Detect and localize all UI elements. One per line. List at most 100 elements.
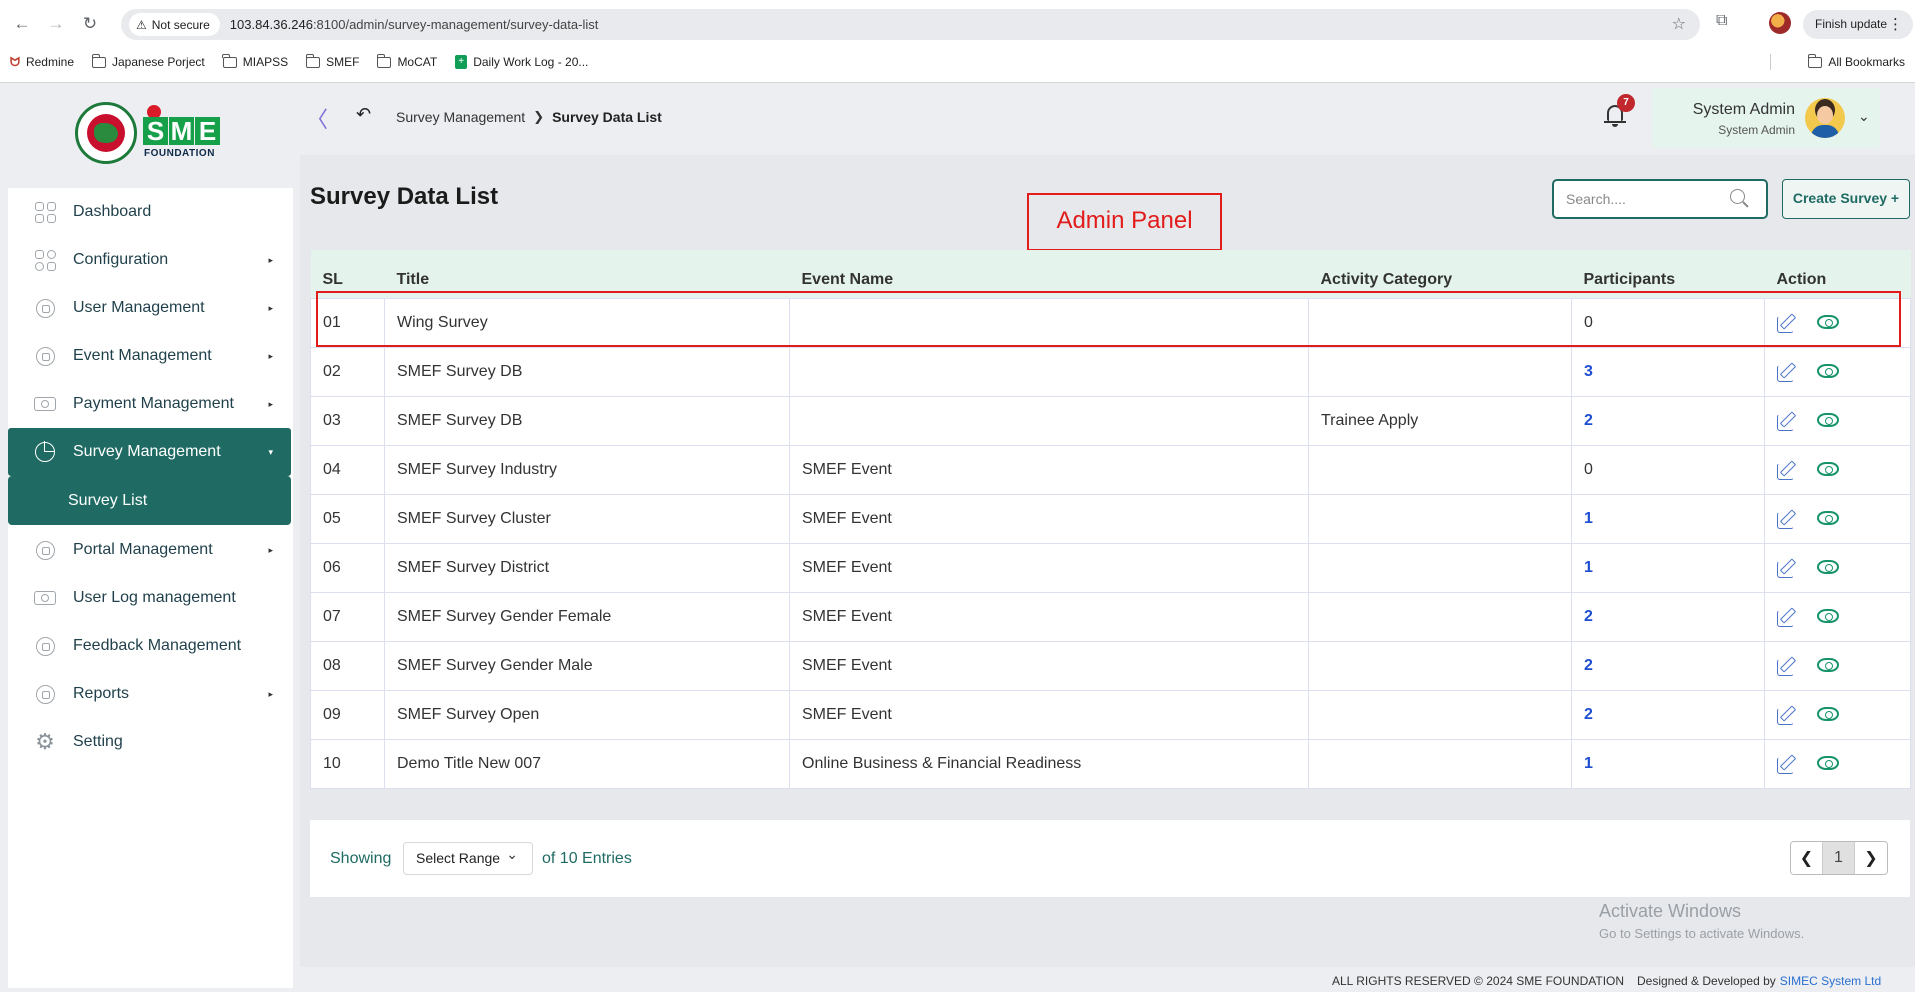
cell-participants[interactable]: 2 bbox=[1571, 640, 1765, 691]
url-text[interactable]: 103.84.36.246:8100/admin/survey-manageme… bbox=[230, 17, 599, 32]
cell-event-name: SMEF Event bbox=[789, 542, 1309, 593]
table-row: 09 SMEF Survey Open SMEF Event 2 bbox=[310, 689, 1911, 740]
finish-update-button[interactable]: Finish update bbox=[1803, 10, 1914, 39]
sidebar-subitem-survey-list[interactable]: Survey List bbox=[8, 476, 291, 525]
browser-profile-avatar[interactable] bbox=[1769, 12, 1791, 34]
eye-view-icon[interactable] bbox=[1817, 657, 1839, 672]
cell-action bbox=[1764, 640, 1911, 691]
edit-icon[interactable] bbox=[1777, 705, 1797, 725]
sidebar-item-event-management[interactable]: Event Management ▸ bbox=[8, 332, 291, 380]
survey-table: SL Title Event Name Activity Category Pa… bbox=[310, 250, 1911, 789]
cell-participants[interactable]: 2 bbox=[1571, 395, 1765, 446]
sidebar-item-feedback-management[interactable]: Feedback Management bbox=[8, 622, 291, 670]
eye-view-icon[interactable] bbox=[1817, 461, 1839, 476]
table-body: 01 Wing Survey 0 02 SMEF Survey DB 3 03 SMEF Su… bbox=[310, 297, 1911, 789]
address-bar[interactable]: ⚠ Not secure 103.84.36.246:8100/admin/su… bbox=[121, 9, 1700, 40]
cell-participants[interactable]: 3 bbox=[1571, 346, 1765, 397]
edit-icon[interactable] bbox=[1777, 411, 1797, 431]
sidebar-item-label: Survey Management bbox=[73, 443, 221, 460]
edit-icon[interactable] bbox=[1777, 607, 1797, 627]
eye-view-icon[interactable] bbox=[1817, 314, 1839, 329]
footer-company-link[interactable]: SIMEC System Ltd bbox=[1780, 974, 1881, 988]
sidebar-menu: Dashboard Configuration ▸ User Managemen… bbox=[8, 188, 293, 988]
watermark-title: Activate Windows bbox=[1599, 901, 1742, 921]
bookmark-folder-smef[interactable]: SMEF bbox=[305, 53, 359, 69]
cell-title: Demo Title New 007 bbox=[384, 738, 790, 789]
logo-letter: M bbox=[169, 116, 194, 146]
breadcrumb-item[interactable]: Survey Management bbox=[396, 109, 525, 125]
edit-icon[interactable] bbox=[1777, 362, 1797, 382]
bookmarks-divider bbox=[1770, 54, 1771, 70]
bookmark-daily-work-log[interactable]: + Daily Work Log - 20... bbox=[455, 55, 588, 69]
cell-participants[interactable]: 1 bbox=[1571, 493, 1765, 544]
search-icon[interactable] bbox=[1729, 188, 1749, 208]
cell-action bbox=[1764, 542, 1911, 593]
eye-view-icon[interactable] bbox=[1817, 363, 1839, 378]
eye-view-icon[interactable] bbox=[1817, 608, 1839, 623]
eye-view-icon[interactable] bbox=[1817, 706, 1839, 721]
cell-title: SMEF Survey Cluster bbox=[384, 493, 790, 544]
sidebar-item-user-log-management[interactable]: User Log management bbox=[8, 574, 291, 622]
bookmarks-bar: ᗢ Redmine Japanese Porject MIAPSS SMEF Mo… bbox=[10, 51, 588, 73]
reload-icon[interactable]: ↻ bbox=[78, 12, 102, 36]
edit-icon[interactable] bbox=[1777, 313, 1797, 333]
column-header-title: Title bbox=[396, 270, 430, 288]
sidebar-item-user-management[interactable]: User Management ▸ bbox=[8, 284, 291, 332]
extensions-puzzle-icon[interactable]: ⧉ bbox=[1716, 12, 1727, 30]
cell-participants[interactable]: 2 bbox=[1571, 591, 1765, 642]
next-page-icon[interactable]: ❯ bbox=[1855, 842, 1887, 874]
eye-view-icon[interactable] bbox=[1817, 755, 1839, 770]
all-bookmarks-label: All Bookmarks bbox=[1828, 55, 1905, 69]
column-header-sl: SL bbox=[322, 270, 343, 288]
cell-action bbox=[1764, 689, 1911, 740]
government-seal-logo bbox=[75, 102, 137, 164]
bookmark-redmine[interactable]: ᗢ Redmine bbox=[10, 55, 74, 70]
back-arrow-icon[interactable]: ← bbox=[10, 12, 34, 36]
security-chip[interactable]: ⚠ Not secure bbox=[129, 13, 220, 36]
prev-page-icon[interactable]: ❮ bbox=[1791, 842, 1823, 874]
sidebar-item-label: Configuration bbox=[73, 251, 169, 268]
all-bookmarks-button[interactable]: All Bookmarks bbox=[1807, 51, 1905, 73]
edit-icon[interactable] bbox=[1777, 754, 1797, 774]
sidebar-item-survey-management[interactable]: Survey Management ▾ bbox=[8, 428, 291, 476]
create-survey-button[interactable]: Create Survey + bbox=[1782, 179, 1910, 219]
page-number-button[interactable]: 1 bbox=[1823, 842, 1855, 874]
forward-arrow-icon[interactable]: → bbox=[44, 12, 68, 36]
edit-icon[interactable] bbox=[1777, 558, 1797, 578]
cell-participants[interactable]: 1 bbox=[1571, 542, 1765, 593]
redmine-icon: ᗢ bbox=[10, 54, 20, 69]
sidebar-item-portal-management[interactable]: Portal Management ▸ bbox=[8, 526, 291, 574]
collapse-sidebar-icon[interactable]: 〈 bbox=[306, 102, 328, 134]
cell-participants[interactable]: 1 bbox=[1571, 738, 1765, 789]
bookmark-star-icon[interactable]: ☆ bbox=[1672, 14, 1686, 34]
sidebar-item-payment-management[interactable]: Payment Management ▸ bbox=[8, 380, 291, 428]
logo-subtitle: FOUNDATION bbox=[144, 148, 215, 159]
eye-view-icon[interactable] bbox=[1817, 510, 1839, 525]
bookmark-folder-japanese[interactable]: Japanese Porject bbox=[91, 53, 205, 69]
cell-activity-category bbox=[1308, 542, 1572, 593]
edit-icon[interactable] bbox=[1777, 460, 1797, 480]
caret-right-icon: ▸ bbox=[268, 302, 273, 313]
bookmark-folder-mocat[interactable]: MoCAT bbox=[377, 53, 437, 69]
cell-participants[interactable]: 2 bbox=[1571, 689, 1765, 740]
sidebar-item-setting[interactable]: ⚙ Setting bbox=[8, 718, 291, 766]
bookmark-folder-miapss[interactable]: MIAPSS bbox=[222, 53, 288, 69]
back-undo-icon[interactable]: ↶ bbox=[356, 104, 371, 125]
sidebar-item-configuration[interactable]: Configuration ▸ bbox=[8, 236, 291, 284]
showing-label: Showing bbox=[330, 850, 392, 867]
edit-icon[interactable] bbox=[1777, 656, 1797, 676]
eye-view-icon[interactable] bbox=[1817, 559, 1839, 574]
user-profile-menu[interactable]: System Admin System Admin ⌄ bbox=[1652, 88, 1880, 148]
search-input[interactable] bbox=[1566, 189, 1726, 209]
sidebar-item-reports[interactable]: Reports ▸ bbox=[8, 670, 291, 718]
logo-area[interactable]: S M E FOUNDATION bbox=[0, 83, 300, 183]
edit-icon[interactable] bbox=[1777, 509, 1797, 529]
sidebar-item-dashboard[interactable]: Dashboard bbox=[8, 188, 291, 236]
range-select[interactable]: Select Range bbox=[403, 839, 533, 875]
eye-view-icon[interactable] bbox=[1817, 412, 1839, 427]
cell-title: SMEF Survey DB bbox=[384, 346, 790, 397]
cell-action bbox=[1764, 444, 1911, 495]
sidebar-item-label: User Management bbox=[73, 299, 205, 316]
table-row: 03 SMEF Survey DB Trainee Apply 2 bbox=[310, 395, 1911, 446]
cell-title: SMEF Survey Industry bbox=[384, 444, 790, 495]
